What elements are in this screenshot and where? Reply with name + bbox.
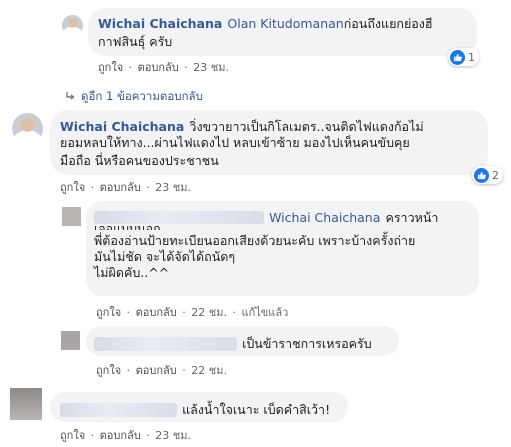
separator: ·	[146, 429, 150, 442]
comment-actions: ถูกใจ · ตอบกลับ · 23 ชม.	[60, 426, 193, 444]
reply-link[interactable]: ตอบกลับ	[138, 61, 179, 74]
like-link[interactable]: ถูกใจ	[60, 429, 85, 442]
redacted-name	[94, 336, 237, 351]
timestamp[interactable]: 22 ชม.	[191, 364, 227, 377]
comment-actions: ถูกใจ · ตอบกลับ · 23 ชม.	[98, 58, 231, 76]
comment-author[interactable]: Wichai Chaichana	[98, 16, 222, 31]
mention-tag[interactable]: Olan Kitudomanan	[227, 16, 343, 31]
view-replies-text: ดูอีก 1 ข้อความตอบกลับ	[81, 89, 203, 103]
reply-actions: ถูกใจ · ตอบกลับ · 22 ชม. · แก้ไขแล้ว	[96, 303, 290, 321]
view-replies-link[interactable]: ดูอีก 1 ข้อความตอบกลับ	[66, 88, 203, 106]
separator: ·	[90, 429, 95, 442]
avatar[interactable]	[62, 15, 83, 36]
separator: ·	[146, 181, 150, 194]
reaction-count[interactable]: 2	[472, 166, 503, 184]
separator: ·	[128, 61, 133, 74]
edited-label: แก้ไขแล้ว	[241, 306, 289, 319]
timestamp[interactable]: 23 ชม.	[193, 61, 229, 74]
separator: ·	[182, 364, 186, 377]
comment-text: แล้งน้ำใจเนาะ เบ็ดคำสิเว้า!	[182, 402, 331, 417]
comment-bubble: แล้งน้ำใจเนาะ เบ็ดคำสิเว้า!	[50, 392, 348, 422]
reply-text: คราวหน้า	[385, 210, 439, 225]
avatar[interactable]	[61, 331, 80, 350]
separator: ·	[90, 181, 95, 194]
comment-text: วิ่งขวายาวเป็นกิโลเมตร..จนติดไฟแดงก้อไม่	[189, 119, 424, 134]
comment-bubble: Wichai Chaichana Olan Kitudomananก่อนถึง…	[88, 8, 477, 56]
reply-text: พี่ต้องอ่านป้ายทะเบียนออกเสียงด้วยนะคับ …	[94, 233, 416, 248]
mention-tag[interactable]: Wichai Chaichana	[269, 210, 380, 225]
reply-link[interactable]: ตอบกลับ	[100, 181, 141, 194]
like-link[interactable]: ถูกใจ	[60, 181, 85, 194]
reply-link[interactable]: ตอบกลับ	[100, 429, 141, 442]
like-icon	[450, 49, 465, 65]
timestamp[interactable]: 23 ชม.	[155, 429, 191, 442]
like-link[interactable]: ถูกใจ	[96, 364, 121, 377]
timestamp[interactable]: 23 ชม.	[155, 181, 191, 194]
separator: ·	[126, 306, 131, 319]
reaction-number: 1	[468, 50, 475, 64]
avatar[interactable]	[10, 388, 42, 420]
reply-link[interactable]: ตอบกลับ	[136, 306, 177, 319]
comment-text: มือถือ นี่หรือคนของประชาชน	[60, 153, 219, 168]
reply-arrow-icon	[66, 89, 75, 103]
separator: ·	[126, 364, 131, 377]
separator: ·	[232, 306, 236, 319]
timestamp[interactable]: 22 ชม.	[191, 306, 227, 319]
comment-actions: ถูกใจ · ตอบกลับ · 23 ชม.	[60, 178, 193, 196]
avatar[interactable]	[62, 207, 81, 226]
avatar[interactable]	[12, 113, 43, 144]
reply-text: เจอแบบนอก	[94, 221, 161, 230]
reaction-count[interactable]: 1	[448, 48, 479, 66]
reply-bubble: Wichai Chaichana คราวหน้า เจอแบบนอก พี่ต…	[86, 201, 479, 296]
comment-author[interactable]: Wichai Chaichana	[60, 119, 184, 134]
reaction-number: 2	[492, 168, 499, 182]
comment-text: ก่อนถึงแยกย่องฮี	[343, 16, 433, 31]
separator: ·	[184, 61, 188, 74]
reply-text: เป็นข้าราชการเหรอครับ	[242, 336, 372, 351]
like-link[interactable]: ถูกใจ	[98, 61, 123, 74]
reply-text: ไม่ผิดคับ..^^	[94, 265, 170, 280]
comment-bubble: Wichai Chaichana วิ่งขวายาวเป็นกิโลเมตร.…	[50, 110, 488, 175]
reply-actions: ถูกใจ · ตอบกลับ · 22 ชม.	[96, 361, 229, 379]
separator: ·	[182, 306, 186, 319]
reply-bubble: เป็นข้าราชการเหรอครับ	[86, 326, 399, 356]
reply-text: มันไม่ชัด จะได้จัดได้ถนัดๆ	[94, 249, 236, 264]
comment-text: กาฟสินธุ์ ครับ	[98, 34, 173, 49]
like-icon	[474, 167, 489, 183]
redacted-name	[60, 402, 177, 417]
like-link[interactable]: ถูกใจ	[96, 306, 121, 319]
reply-link[interactable]: ตอบกลับ	[136, 364, 177, 377]
comment-text: ยอมหลบให้ทาง...ผ่านไฟแดงไป หลบเข้าซ้าย ม…	[60, 135, 410, 150]
